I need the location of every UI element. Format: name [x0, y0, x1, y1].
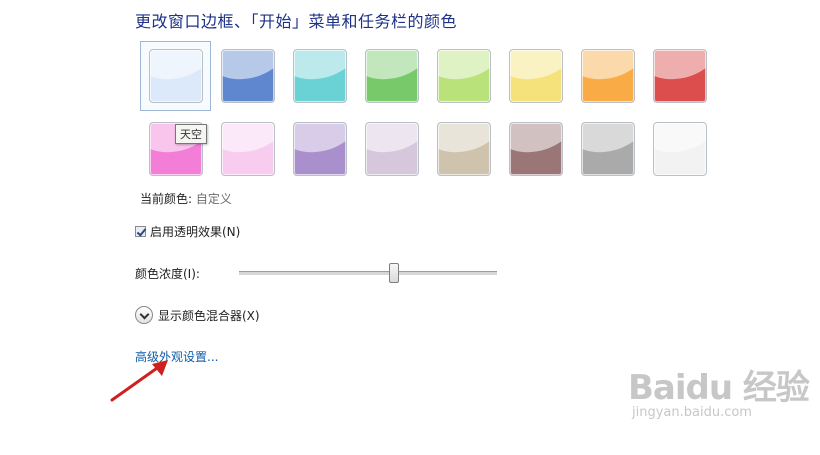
red-arrow-annotation [110, 360, 168, 402]
chevron-down-icon[interactable] [135, 306, 153, 324]
color-mixer-label[interactable]: 显示颜色混合器(X) [158, 307, 260, 324]
current-color-label: 当前颜色: [140, 192, 193, 206]
transparency-row[interactable]: 启用透明效果(N) [135, 223, 240, 240]
current-color-row: 当前颜色: 自定义 [140, 190, 232, 207]
watermark-brand: Baidu 经验 [628, 368, 810, 408]
color-swatch-twilight[interactable] [221, 49, 275, 103]
current-color-value: 自定义 [195, 192, 232, 206]
swatch-tooltip: 天空 [175, 124, 207, 144]
color-swatch-leaf[interactable] [365, 49, 419, 103]
transparency-label[interactable]: 启用透明效果(N) [150, 223, 240, 240]
color-swatch-lavender[interactable] [365, 122, 419, 176]
color-swatch-frost[interactable] [653, 122, 707, 176]
color-swatch-chocolate[interactable] [509, 122, 563, 176]
color-swatch-lemon[interactable] [509, 49, 563, 103]
intensity-slider-track[interactable] [239, 271, 497, 276]
color-mixer-row[interactable]: 显示颜色混合器(X) [135, 306, 260, 324]
color-swatch-sea[interactable] [293, 49, 347, 103]
color-swatch-taupe[interactable] [437, 122, 491, 176]
color-swatch-blush[interactable] [221, 122, 275, 176]
color-swatch-lime[interactable] [437, 49, 491, 103]
intensity-slider-thumb[interactable] [388, 263, 399, 283]
transparency-checkbox[interactable] [135, 226, 146, 237]
baidu-watermark: Baidu 经验 jingyan.baidu.com [628, 360, 810, 420]
intensity-label: 颜色浓度(I): [135, 267, 200, 281]
color-swatch-ruby[interactable] [653, 49, 707, 103]
page-title: 更改窗口边框、「开始」菜单和任务栏的颜色 [135, 12, 458, 31]
color-swatch-slate[interactable] [581, 122, 635, 176]
color-swatch-violet[interactable] [293, 122, 347, 176]
color-swatch-sky[interactable] [149, 49, 203, 103]
color-swatch-pumpkin[interactable] [581, 49, 635, 103]
